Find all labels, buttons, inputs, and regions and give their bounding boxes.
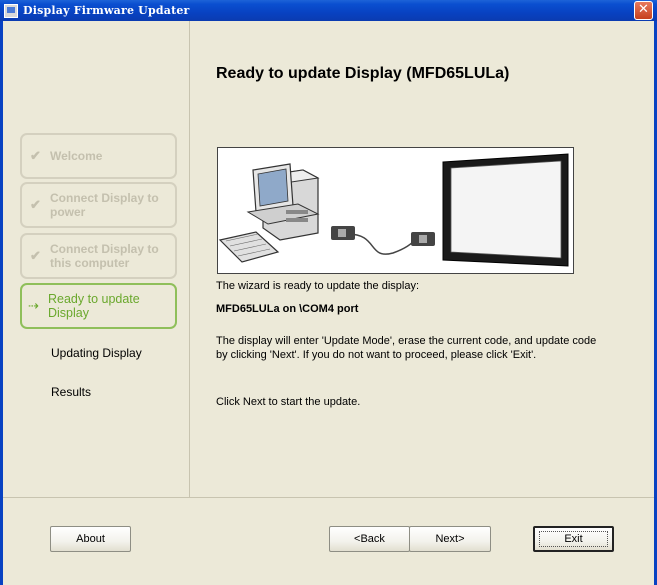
close-button[interactable]: ✕ bbox=[634, 1, 653, 20]
close-icon: ✕ bbox=[638, 2, 649, 17]
ready-message: The wizard is ready to update the displa… bbox=[216, 280, 420, 292]
step-results: Results bbox=[51, 385, 92, 399]
title-bar: Display Firmware Updater ✕ bbox=[0, 0, 657, 21]
step-ready-to-update: ⇢ Ready to update Display bbox=[20, 283, 177, 329]
wizard-content: Ready to update Display (MFD65LULa) The … bbox=[191, 21, 654, 497]
start-instructions: Click Next to start the update. bbox=[216, 396, 361, 408]
step-connect-power: ✔ Connect Display to power bbox=[20, 182, 177, 228]
app-icon bbox=[4, 3, 18, 18]
next-button[interactable]: Next> bbox=[409, 526, 491, 552]
step-label: Ready to update Display bbox=[48, 292, 140, 320]
back-button[interactable]: <Back bbox=[329, 526, 410, 552]
step-label: Connect Display to this computer bbox=[50, 242, 159, 270]
exit-button-label: Exit bbox=[539, 531, 608, 547]
exit-button[interactable]: Exit bbox=[533, 526, 614, 552]
step-welcome: ✔ Welcome bbox=[20, 133, 177, 179]
checkmark-icon: ✔ bbox=[30, 197, 41, 212]
step-label: Connect Display to power bbox=[50, 191, 159, 219]
window-title: Display Firmware Updater bbox=[23, 4, 190, 17]
port-info: MFD65LULa on \COM4 port bbox=[216, 303, 359, 315]
pc-to-display-illustration bbox=[218, 153, 569, 267]
footer-divider bbox=[3, 497, 654, 498]
step-connect-computer: ✔ Connect Display to this computer bbox=[20, 233, 177, 279]
current-step-arrow-icon: ⇢ bbox=[28, 298, 39, 313]
checkmark-icon: ✔ bbox=[30, 148, 41, 163]
checkmark-icon: ✔ bbox=[30, 248, 41, 263]
page-title: Ready to update Display (MFD65LULa) bbox=[216, 65, 510, 82]
step-updating-display: Updating Display bbox=[51, 346, 142, 360]
wizard-steps-sidebar: ✔ Welcome ✔ Connect Display to power ✔ C… bbox=[3, 21, 190, 497]
about-button[interactable]: About bbox=[50, 526, 131, 552]
connection-illustration bbox=[217, 147, 574, 274]
step-label: Welcome bbox=[50, 149, 103, 163]
update-instructions: The display will enter 'Update Mode', er… bbox=[216, 335, 597, 361]
